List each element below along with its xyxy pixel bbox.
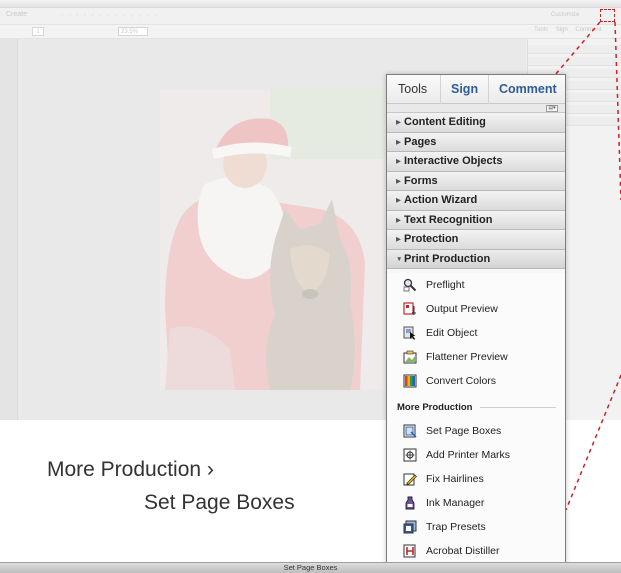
disclosure-triangle-icon: ▶: [396, 197, 401, 204]
background-navigation-toolbar: 1 23.5% Tools Sign Comment: [0, 25, 621, 39]
panel-tab-bar: Tools Sign Comment: [387, 75, 565, 104]
more-production-label: More Production: [397, 401, 473, 413]
tool-ink-manager[interactable]: Ink Manager: [387, 491, 565, 515]
background-tab-comment: Comment: [575, 27, 602, 33]
section-label: Content Editing: [404, 116, 486, 128]
panel-options-bar: ▤▾: [387, 104, 565, 113]
disclosure-triangle-open-icon: ▼: [396, 255, 403, 263]
caption-path-line: More Production ›: [47, 458, 214, 481]
callout-highlight-box: [600, 9, 615, 22]
more-production-heading: More Production: [387, 395, 565, 419]
acrobat-distiller-icon: [403, 544, 417, 558]
tool-label: Trap Presets: [426, 521, 486, 533]
add-printer-marks-icon: [403, 448, 417, 462]
background-zoom-field: 23.5%: [118, 27, 148, 36]
background-tab-sign: Sign: [555, 27, 568, 33]
section-label: Text Recognition: [404, 213, 493, 226]
tool-fix-hairlines[interactable]: Fix Hairlines: [387, 467, 565, 491]
tool-convert-colors[interactable]: Convert Colors: [387, 369, 565, 393]
tool-trap-presets[interactable]: Trap Presets: [387, 515, 565, 539]
tool-label: Ink Manager: [426, 497, 485, 509]
section-protection[interactable]: ▶ Protection: [387, 230, 565, 250]
background-page-number-field: 1: [32, 27, 44, 36]
heading-divider: [480, 406, 556, 408]
background-panel-tabs: Tools Sign Comment: [534, 27, 601, 33]
tool-label: Flattener Preview: [426, 351, 508, 363]
preflight-icon: [403, 278, 417, 292]
section-pages[interactable]: ▶ Pages: [387, 132, 565, 152]
background-left-navigation-rail: [0, 39, 18, 420]
tool-label: Set Page Boxes: [426, 425, 502, 437]
background-create-button: Create: [6, 11, 28, 18]
print-production-items: Preflight Output Preview Edit Object Fla…: [387, 273, 565, 563]
output-preview-icon: [403, 302, 417, 316]
tab-comment[interactable]: Comment: [489, 75, 565, 104]
bottom-bar-label: Set Page Boxes: [283, 563, 338, 572]
section-label: Action Wizard: [404, 194, 478, 206]
set-page-boxes-icon: [403, 424, 417, 438]
tool-label: Fix Hairlines: [426, 473, 484, 485]
section-label: Print Production: [404, 252, 491, 265]
photo-artwork: [160, 89, 393, 390]
disclosure-triangle-icon: ▶: [396, 119, 401, 126]
section-interactive-objects[interactable]: ▶ Interactive Objects: [387, 152, 565, 172]
bottom-title-bar: Set Page Boxes: [0, 562, 621, 573]
ink-manager-icon: [403, 496, 417, 510]
tool-flattener-preview[interactable]: Flattener Preview: [387, 345, 565, 369]
tool-edit-object[interactable]: Edit Object: [387, 321, 565, 345]
section-text-recognition[interactable]: ▶ Text Recognition: [387, 210, 565, 230]
background-pane-row: [528, 45, 621, 54]
trap-presets-icon: [403, 520, 417, 534]
fix-hairlines-icon: [403, 472, 417, 486]
disclosure-triangle-icon: ▶: [396, 158, 401, 165]
disclosure-triangle-icon: ▶: [396, 216, 401, 224]
tool-label: Output Preview: [426, 303, 498, 315]
disclosure-triangle-icon: ▶: [396, 138, 401, 146]
background-tab-tools: Tools: [534, 27, 549, 33]
tool-output-preview[interactable]: Output Preview: [387, 297, 565, 321]
panel-options-icon[interactable]: ▤▾: [546, 105, 558, 112]
tool-add-printer-marks[interactable]: Add Printer Marks: [387, 443, 565, 467]
document-photo: [160, 89, 393, 390]
section-label: Forms: [404, 174, 438, 187]
section-label: Protection: [404, 233, 459, 245]
background-main-toolbar: Create ▫▫▫▫▫▫▫▫▫▫▫▫▫ Customize: [0, 8, 621, 25]
edit-object-icon: [403, 326, 417, 340]
tool-set-page-boxes[interactable]: Set Page Boxes: [387, 419, 565, 443]
section-label: Pages: [404, 135, 437, 148]
tool-label: Convert Colors: [426, 375, 497, 387]
section-action-wizard[interactable]: ▶ Action Wizard: [387, 191, 565, 211]
disclosure-triangle-icon: ▶: [396, 177, 401, 185]
tool-preflight[interactable]: Preflight: [387, 273, 565, 297]
tab-tools[interactable]: Tools: [387, 75, 441, 104]
background-pane-row: [528, 57, 621, 66]
background-toolbar-icons: ▫▫▫▫▫▫▫▫▫▫▫▫▫: [60, 11, 162, 20]
tool-label: Preflight: [426, 279, 465, 291]
section-print-production[interactable]: ▼ Print Production: [387, 249, 565, 269]
section-label: Interactive Objects: [404, 155, 503, 167]
tools-panel: Tools Sign Comment ▤▾ ▶ Content Editing ▶…: [386, 74, 566, 573]
disclosure-triangle-icon: ▶: [396, 236, 401, 243]
tool-label: Acrobat Distiller: [426, 545, 500, 557]
background-title-bar: [0, 0, 621, 8]
convert-colors-icon: [403, 374, 417, 388]
tab-sign[interactable]: Sign: [441, 75, 489, 104]
tool-acrobat-distiller[interactable]: Acrobat Distiller: [387, 539, 565, 563]
background-customize-button: Customize: [551, 12, 580, 18]
section-forms[interactable]: ▶ Forms: [387, 171, 565, 191]
tool-label: Edit Object: [426, 327, 478, 339]
section-content-editing[interactable]: ▶ Content Editing: [387, 113, 565, 133]
tool-label: Add Printer Marks: [426, 449, 511, 461]
caption-command-line: Set Page Boxes: [144, 491, 295, 514]
flattener-preview-icon: [403, 350, 417, 364]
